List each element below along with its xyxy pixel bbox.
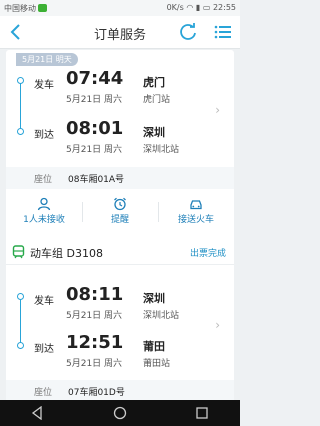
train-number: 动车组 D3108 (30, 247, 103, 260)
arrive-date: 5月21日 周六 (66, 359, 123, 369)
wechat-icon (38, 4, 47, 12)
depart-label: 发车 (34, 296, 54, 307)
arrive-station: 莆田站 (143, 359, 171, 369)
chevron-right-icon[interactable]: › (215, 318, 220, 332)
arrive-label: 到达 (34, 344, 54, 355)
train-header: 动车组 D3108 出票完成 (6, 240, 234, 265)
pickup-label: 接送火车 (177, 215, 214, 225)
depart-label: 发车 (34, 80, 54, 91)
alarm-clock-icon (114, 197, 126, 211)
depart-date: 5月21日 周六 (66, 95, 123, 105)
arrive-date: 5月21日 周六 (66, 145, 123, 155)
chevron-right-icon[interactable]: › (215, 103, 220, 117)
depart-time: 07:44 (66, 68, 124, 89)
network-speed: 0K/s (166, 3, 184, 12)
train-icon (12, 245, 25, 259)
arrive-time: 12:51 (66, 332, 124, 353)
arrive-dot (17, 342, 24, 349)
status-right: 0K/s ◠ ▮ ▭ 22:55 (167, 3, 236, 12)
seat-row: 座位 08车厢01A号 (6, 167, 234, 189)
wifi-icon: ◠ (186, 3, 194, 12)
nav-home-icon[interactable] (113, 406, 127, 420)
car-icon (190, 200, 202, 210)
ticket-status-badge: 出票完成 (189, 249, 226, 259)
status-bar: 中国移动 0K/s ◠ ▮ ▭ 22:55 (0, 0, 240, 16)
top-bar: 订单服务 (0, 16, 240, 49)
depart-city: 深圳 (143, 292, 165, 305)
pickup-button[interactable]: 接送火车 (158, 194, 234, 230)
seat-label: 座位 (34, 175, 53, 185)
depart-dot (17, 293, 24, 300)
status-left: 中国移动 (4, 3, 47, 14)
reminder-label: 提醒 (110, 215, 129, 225)
seat-value: 07车厢01D号 (68, 388, 125, 398)
trip-card-1[interactable]: 5月21日 明天 发车 07:44 5月21日 周六 虎门 虎门站 › 到达 0… (6, 50, 234, 261)
timeline-line (20, 80, 21, 135)
arrive-label: 到达 (34, 130, 54, 141)
action-bar: 1人未接收 提醒 接送火车 (6, 194, 234, 230)
seat-label: 座位 (34, 388, 53, 398)
seat-row: 座位 07车厢01D号 (6, 380, 234, 402)
list-menu-icon[interactable] (214, 23, 232, 41)
depart-date: 5月21日 周六 (66, 311, 123, 321)
nav-recent-icon[interactable] (195, 406, 209, 420)
arrive-city: 莆田 (143, 340, 165, 353)
arrive-station: 深圳北站 (143, 145, 180, 155)
depart-station: 深圳北站 (143, 311, 180, 321)
date-tag: 5月21日 明天 (16, 53, 78, 66)
battery-icon: ▭ (202, 3, 211, 12)
depart-city: 虎门 (143, 76, 165, 89)
arrive-time: 08:01 (66, 118, 124, 139)
depart-time: 08:11 (66, 284, 124, 305)
depart-station: 虎门站 (143, 95, 171, 105)
system-nav-bar (0, 400, 240, 426)
trip-card-2[interactable]: 动车组 D3108 出票完成 发车 08:11 5月21日 周六 深圳 深圳北站… (6, 240, 234, 410)
seat-value: 08车厢01A号 (68, 175, 125, 185)
receive-status-button[interactable]: 1人未接收 (6, 194, 82, 230)
page-title: 订单服务 (93, 28, 146, 43)
nav-back-icon[interactable] (30, 406, 44, 420)
refresh-icon[interactable] (178, 22, 198, 42)
carrier-label: 中国移动 (4, 4, 36, 13)
arrive-dot (17, 128, 24, 135)
reminder-button[interactable]: 提醒 (82, 194, 158, 230)
signal-icon: ▮ (195, 3, 201, 12)
clock: 22:55 (212, 3, 236, 12)
receive-status-label: 1人未接收 (23, 215, 65, 225)
depart-dot (17, 77, 24, 84)
arrive-city: 深圳 (143, 126, 165, 139)
person-icon (37, 197, 51, 211)
